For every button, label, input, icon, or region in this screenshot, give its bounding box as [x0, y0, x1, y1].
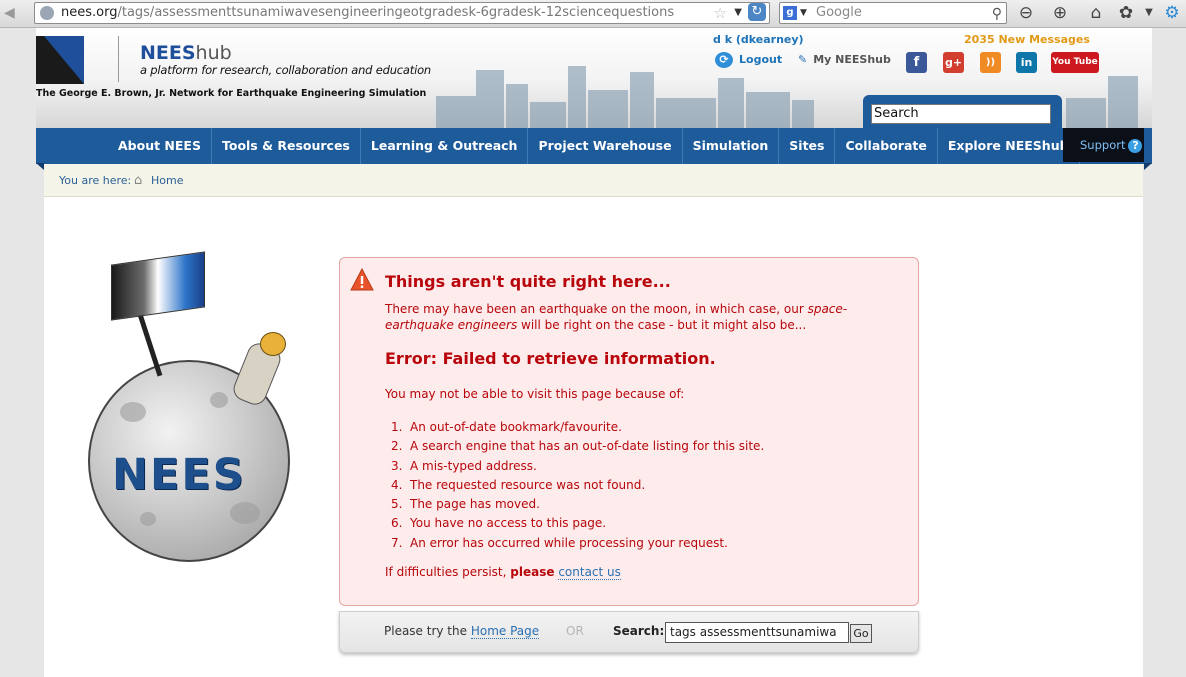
- list-item: 7. An error has occurred while processing…: [391, 535, 728, 550]
- google-plus-icon[interactable]: g+: [943, 52, 964, 73]
- nees-logo-icon[interactable]: [36, 36, 84, 84]
- messages-link[interactable]: 2035 New Messages: [964, 33, 1090, 46]
- zoom-out-icon[interactable]: ⊖: [1014, 2, 1038, 24]
- linkedin-icon[interactable]: in: [1016, 52, 1037, 73]
- contact-us-link[interactable]: contact us: [558, 565, 621, 580]
- page-frame: NEEShub a platform for research, collabo…: [36, 28, 1152, 677]
- skyline-building: [588, 90, 628, 128]
- extension-dropdown-icon[interactable]: ▼: [1137, 2, 1161, 24]
- nav-item-learning[interactable]: Learning & Outreach: [361, 128, 529, 164]
- error-title: Things aren't quite right here...: [385, 272, 671, 291]
- user-name-link[interactable]: d k (dkearney): [713, 33, 804, 46]
- list-item: 4. The requested resource was not found.: [391, 477, 646, 492]
- key-icon: ✎: [798, 53, 808, 66]
- list-item: 2. A search engine that has an out-of-dat…: [391, 439, 765, 454]
- logo-tagline: a platform for research, collaboration a…: [140, 63, 432, 77]
- error-reasons-list: 1. An out-of-date bookmark/favourite. 2. A…: [385, 418, 905, 553]
- reload-icon[interactable]: ↻: [748, 3, 766, 21]
- nees-flag-icon: [111, 251, 205, 321]
- main-nav: About NEES Tools & Resources Learning & …: [36, 128, 1152, 164]
- nav-item-collaborate[interactable]: Collaborate: [835, 128, 938, 164]
- skyline-building: [718, 78, 744, 128]
- error-intro: There may have been an earthquake on the…: [385, 302, 848, 332]
- nav-item-sites[interactable]: Sites: [779, 128, 836, 164]
- content-area: You are here: ⌂ Home NEES Things aren't …: [44, 164, 1143, 677]
- extension-icon[interactable]: ✿: [1114, 2, 1138, 24]
- browser-search-field[interactable]: g ▼ Google ⚲: [779, 2, 1007, 24]
- network-icon[interactable]: ⚙: [1160, 2, 1184, 24]
- youtube-icon[interactable]: You Tube: [1051, 52, 1099, 73]
- skyline-building: [1108, 76, 1138, 128]
- logo-title[interactable]: NEEShub: [140, 42, 232, 64]
- list-item: 3. A mis-typed address.: [391, 458, 537, 473]
- browser-search-placeholder: Google: [816, 5, 862, 20]
- go-button[interactable]: Go: [850, 624, 872, 643]
- site-identity-icon[interactable]: [40, 6, 54, 20]
- nav-item-project-warehouse[interactable]: Project Warehouse: [528, 128, 683, 164]
- breadcrumb-label: You are here:: [59, 174, 132, 187]
- site-search-input[interactable]: Search: [871, 104, 1051, 124]
- list-item: 6. You have no access to this page.: [391, 516, 607, 531]
- back-arrow-icon[interactable]: ◀: [4, 5, 28, 21]
- home-icon[interactable]: ⌂: [1084, 2, 1108, 24]
- moon-logo-text: NEES: [112, 450, 246, 500]
- logout-icon: ⟳: [715, 52, 733, 68]
- skyline-building: [792, 100, 814, 128]
- skyline-building: [436, 96, 476, 128]
- logo-divider: [118, 36, 119, 82]
- support-button[interactable]: Support?: [1063, 128, 1144, 162]
- skyline-building: [656, 98, 716, 128]
- nav-fold-left: [36, 163, 44, 170]
- search-icon[interactable]: ⚲: [992, 4, 1002, 24]
- error-search-input[interactable]: tags assessmenttsunamiwa: [665, 622, 849, 643]
- nav-item-about[interactable]: About NEES: [108, 128, 212, 164]
- error-lead: You may not be able to visit this page b…: [385, 387, 685, 401]
- home-icon: ⌂: [134, 173, 143, 188]
- site-header: NEEShub a platform for research, collabo…: [36, 28, 1152, 128]
- nav-item-tools[interactable]: Tools & Resources: [212, 128, 361, 164]
- try-bar: Please try the Home Page OR Search: tags…: [339, 611, 919, 653]
- google-engine-icon[interactable]: g: [783, 6, 797, 20]
- engine-dropdown-icon[interactable]: ▼: [800, 3, 807, 23]
- url-text: nees.org/tags/assessmenttsunamiwavesengi…: [61, 5, 675, 20]
- skyline-building: [476, 70, 504, 128]
- nav-item-explore[interactable]: Explore NEEShub: [938, 128, 1080, 164]
- nees-moon-illustration: NEES: [88, 251, 307, 564]
- list-item: 5. The page has moved.: [391, 497, 540, 512]
- nav-fold-right: [1144, 163, 1152, 170]
- skyline-building: [506, 84, 528, 128]
- skyline-building: [530, 102, 566, 128]
- or-separator: OR: [566, 624, 584, 638]
- address-bar[interactable]: nees.org/tags/assessmenttsunamiwavesengi…: [34, 2, 770, 24]
- list-item: 1. An out-of-date bookmark/favourite.: [391, 420, 622, 434]
- error-panel: Things aren't quite right here... There …: [339, 257, 919, 606]
- breadcrumb-home-link[interactable]: Home: [151, 164, 183, 197]
- logo-caption: The George E. Brown, Jr. Network for Ear…: [36, 88, 427, 99]
- error-heading: Error: Failed to retrieve information.: [385, 349, 716, 368]
- url-dropdown-icon[interactable]: ▼: [734, 3, 742, 23]
- my-neeshub-link[interactable]: ✎ My NEEShub: [798, 53, 891, 66]
- astronaut-icon: [226, 332, 290, 420]
- error-footer: If difficulties persist, please contact …: [385, 565, 621, 580]
- try-text: Please try the Home Page: [384, 624, 540, 639]
- home-page-link[interactable]: Home Page: [470, 624, 540, 639]
- nav-item-simulation[interactable]: Simulation: [683, 128, 780, 164]
- facebook-icon[interactable]: f: [906, 52, 927, 73]
- rss-icon[interactable]: )): [980, 52, 1001, 73]
- skyline-building: [630, 72, 654, 128]
- breadcrumb: You are here: ⌂ Home: [44, 164, 1143, 197]
- search-label: Search:: [613, 624, 665, 638]
- nav-list: About NEES Tools & Resources Learning & …: [108, 128, 1080, 164]
- skyline-building: [568, 66, 586, 128]
- skyline-building: [1066, 98, 1106, 128]
- warning-icon: [350, 268, 374, 291]
- help-icon: ?: [1128, 139, 1143, 153]
- skyline-building: [746, 92, 790, 128]
- bookmark-star-icon[interactable]: ☆: [714, 3, 727, 23]
- zoom-in-icon[interactable]: ⊕: [1048, 2, 1072, 24]
- browser-toolbar: ◀ nees.org/tags/assessmenttsunamiwavesen…: [0, 0, 1186, 28]
- logout-link[interactable]: ⟳ Logout: [715, 52, 782, 68]
